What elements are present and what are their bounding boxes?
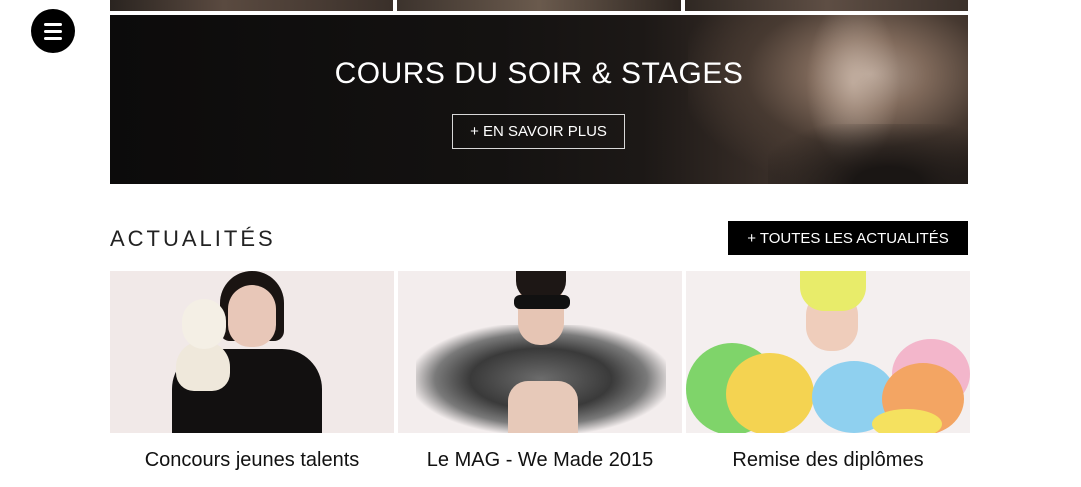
thumbnail-image[interactable] bbox=[684, 0, 968, 11]
news-card-image[interactable] bbox=[110, 271, 394, 433]
news-card[interactable]: Remise des diplômes bbox=[686, 271, 970, 487]
news-card-caption[interactable]: Le MAG - We Made 2015 bbox=[398, 433, 682, 487]
top-thumbnail-strip bbox=[110, 0, 968, 11]
news-card-image[interactable] bbox=[686, 271, 970, 433]
news-card-caption[interactable]: Concours jeunes talents bbox=[110, 433, 394, 487]
hero-banner: COURS DU SOIR & STAGES + EN SAVOIR PLUS bbox=[110, 15, 968, 184]
page: COURS DU SOIR & STAGES + EN SAVOIR PLUS … bbox=[0, 0, 1081, 487]
news-card-caption[interactable]: Remise des diplômes bbox=[686, 433, 970, 487]
news-card[interactable]: Concours jeunes talents bbox=[110, 271, 394, 487]
hamburger-icon bbox=[44, 22, 62, 40]
all-news-button[interactable]: + TOUTES LES ACTUALITÉS bbox=[728, 221, 968, 255]
learn-more-button[interactable]: + EN SAVOIR PLUS bbox=[452, 114, 625, 149]
hero-title: COURS DU SOIR & STAGES bbox=[334, 57, 744, 90]
news-card[interactable]: Le MAG - We Made 2015 bbox=[398, 271, 682, 487]
thumbnail-image[interactable] bbox=[110, 0, 394, 11]
news-section-title: ACTUALITÉS bbox=[110, 226, 276, 251]
news-card-image[interactable] bbox=[398, 271, 682, 433]
hero-photo-shadow bbox=[768, 124, 968, 184]
thumbnail-image[interactable] bbox=[397, 0, 681, 11]
menu-button[interactable] bbox=[31, 9, 75, 53]
news-cards: Concours jeunes talents Le MAG - We Made… bbox=[110, 271, 970, 487]
